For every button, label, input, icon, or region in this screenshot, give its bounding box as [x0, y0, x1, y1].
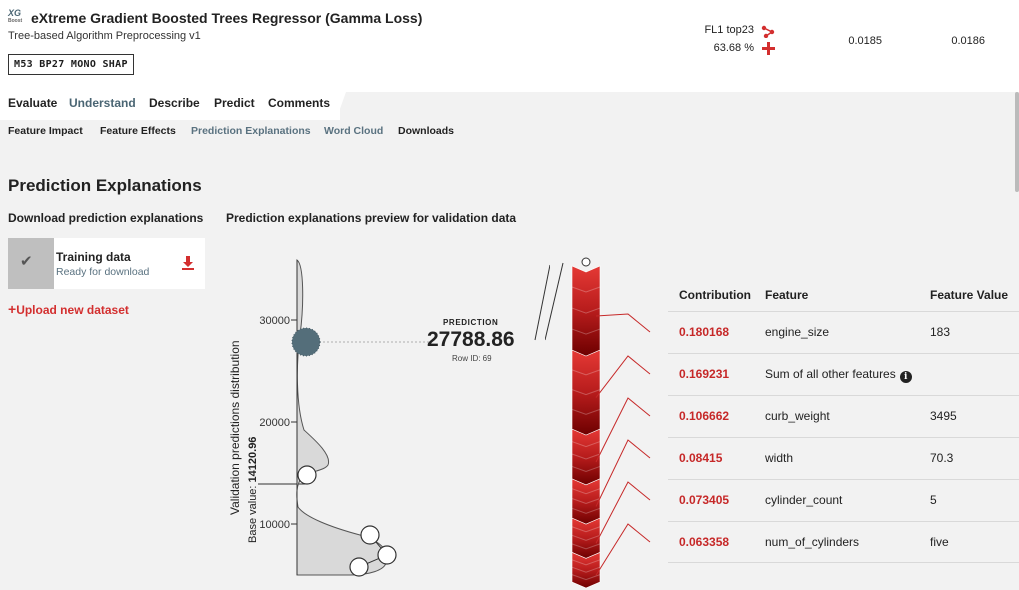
table-row: 0.073405 cylinder_count 5 [668, 479, 1019, 521]
table-row: 0.08415 width 70.3 [668, 437, 1019, 479]
feature-cell: engine_size [765, 325, 830, 339]
prediction-label: PREDICTION [443, 318, 499, 327]
contribution-leaders [595, 313, 651, 576]
upload-new-dataset-link[interactable]: +Upload new dataset [8, 301, 129, 317]
subtab-word-cloud[interactable]: Word Cloud [324, 125, 383, 137]
download-icon[interactable] [181, 256, 195, 270]
page-scrollbar[interactable] [1015, 92, 1019, 192]
y-tick-label: 30000 [259, 315, 290, 327]
header-feature-value: Feature Value [930, 288, 1009, 302]
contribution-cell: 0.106662 [679, 409, 730, 423]
feature-value-cell: 183 [930, 325, 951, 339]
preview-section-title: Prediction explanations preview for vali… [226, 211, 517, 225]
share-icon[interactable] [761, 25, 775, 38]
page-title: Prediction Explanations [8, 176, 202, 195]
subtab-feature-impact[interactable]: Feature Impact [8, 125, 83, 137]
table-row: 0.169231 Sum of all other features i [668, 353, 1019, 395]
table-row: 0.180168 engine_size 183 [668, 311, 1019, 353]
outlier-marker [349, 557, 369, 577]
feature-cell: width [765, 451, 794, 465]
validation-score: 0.0185 [848, 35, 882, 47]
bar-top-marker [581, 257, 591, 267]
contribution-leader [595, 523, 651, 576]
tab-predict[interactable]: Predict [214, 96, 255, 110]
dataset-thumbnail: ✔ [8, 238, 54, 289]
feature-cell: cylinder_count [765, 493, 843, 507]
contribution-cell: 0.180168 [679, 325, 730, 339]
outlier-marker [360, 525, 380, 545]
base-value-label: Base value: 14120.96 [247, 437, 259, 543]
feature-value-cell: 5 [930, 493, 937, 507]
tab-evaluate[interactable]: Evaluate [8, 96, 57, 110]
feature-value-cell: 3495 [930, 409, 957, 423]
dataset-name: Training data [56, 250, 131, 264]
outlier-marker [377, 545, 397, 565]
contribution-segment [571, 265, 601, 357]
table-row: 0.063358 num_of_cylinders five [668, 521, 1019, 563]
contribution-cell: 0.08415 [679, 451, 723, 465]
prediction-value: 27788.86 [427, 328, 515, 351]
y-tick-label: 10000 [259, 519, 290, 531]
contribution-leader [595, 355, 651, 398]
plus-icon: + [8, 301, 17, 317]
contribution-cell: 0.063358 [679, 535, 730, 549]
contribution-leader [595, 313, 651, 333]
table-row: 0.106662 curb_weight 3495 [668, 395, 1019, 437]
bar-top-connector [545, 262, 564, 341]
contribution-bar-chart [545, 257, 651, 589]
feature-cell: curb_weight [765, 409, 830, 423]
y-tick-label: 20000 [259, 417, 290, 429]
header-feature: Feature [765, 288, 809, 302]
header-contribution: Contribution [679, 288, 751, 302]
distribution-chart: Validation predictions distribution Base… [228, 259, 550, 577]
subtab-feature-effects[interactable]: Feature Effects [100, 125, 176, 137]
subtab-downloads[interactable]: Downloads [398, 125, 454, 137]
contribution-segment [571, 517, 601, 559]
contribution-cell: 0.169231 [679, 367, 730, 381]
y-axis-label: Validation predictions distribution [228, 340, 242, 515]
contribution-leader [595, 397, 651, 463]
base-value-marker [297, 465, 317, 485]
info-icon[interactable]: i [899, 371, 912, 383]
check-icon: ✔ [20, 253, 33, 270]
feature-cell: Sum of all other features i [765, 367, 912, 383]
xgboost-logo-icon: XG Boost [8, 8, 23, 25]
contribution-segments [571, 265, 601, 589]
plus-icon[interactable] [762, 42, 775, 55]
feature-value-cell: 70.3 [930, 451, 954, 465]
model-subtitle: Tree-based Algorithm Preprocessing v1 [8, 30, 201, 42]
contribution-leader [595, 439, 651, 507]
model-badge: M53 BP27 MONO SHAP [8, 54, 134, 75]
featurelist-label: FL1 top23 [704, 24, 754, 36]
contribution-leader [595, 481, 651, 544]
contribution-segment [571, 428, 601, 486]
subtab-prediction-explanations[interactable]: Prediction Explanations [191, 125, 311, 137]
sample-percent: 63.68 % [713, 42, 754, 54]
contribution-cell: 0.073405 [679, 493, 730, 507]
contribution-segment [571, 349, 601, 436]
contribution-segment [571, 478, 601, 525]
crossvalidation-score: 0.0186 [951, 35, 985, 47]
prediction-row-id: Row ID: 69 [452, 354, 492, 363]
tab-comments[interactable]: Comments [268, 96, 330, 110]
training-data-card: ✔ Training data Ready for download [8, 238, 205, 289]
download-section-title: Download prediction explanations [8, 211, 204, 225]
model-title: eXtreme Gradient Boosted Trees Regressor… [31, 10, 423, 26]
dataset-status: Ready for download [56, 266, 150, 278]
feature-value-cell: five [930, 535, 949, 549]
tab-describe[interactable]: Describe [149, 96, 200, 110]
tab-understand[interactable]: Understand [69, 96, 136, 110]
tab-bar-edge [336, 92, 346, 120]
feature-cell: num_of_cylinders [765, 535, 860, 549]
